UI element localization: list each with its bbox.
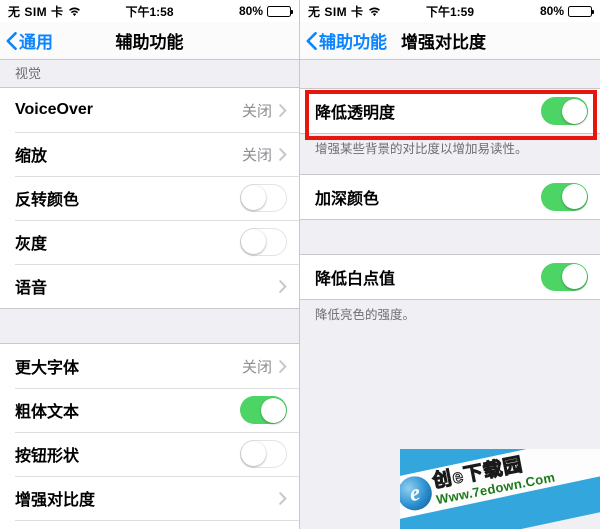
list-item-label: 按钮形状 [15,448,80,465]
list-item-value: 关闭 [241,146,272,164]
list-item-larger-text[interactable]: 更大字体 关闭 [0,344,299,388]
top-gap [300,60,600,88]
list-item-label: 灰度 [15,236,48,253]
section-gap [300,219,600,254]
right-nav-bar: 辅助功能 增强对比度 [300,22,600,60]
list-item-reduce-motion[interactable]: 减弱动态效果 关闭 [0,520,299,529]
page-title: 增强对比度 [401,33,486,52]
section-gap [300,157,600,174]
footer-note-white-point: 降低亮色的强度。 [300,299,600,324]
list-item-darken-colors[interactable]: 加深颜色 [300,174,600,219]
list-item-label: 加深颜色 [315,190,380,208]
battery-percent-label: 80% [539,4,564,18]
list-item-label: 降低透明度 [315,105,396,122]
back-button-label: 通用 [19,33,53,52]
left-nav-bar: 通用 辅助功能 [0,22,299,60]
wifi-icon [68,6,81,17]
battery-icon [568,5,594,17]
toggle-knob [241,441,266,466]
status-bar-right-group: 80% [238,4,293,18]
toggle-knob [241,229,266,254]
dual-screenshot-container: 无 SIM 卡 下午1:58 80% 通用 辅助功能 视觉 VoiceOver … [0,0,600,529]
toggle-knob [561,184,587,210]
button-shapes-toggle[interactable] [240,440,287,468]
settings-group-one: VoiceOver 关闭 缩放 关闭 反转颜色 灰度 语音 [0,87,299,309]
settings-group-two: 更大字体 关闭 粗体文本 按钮形状 增强对比度 [0,343,299,529]
chevron-right-icon [279,359,287,373]
list-item-zoom[interactable]: 缩放 关闭 [0,132,299,176]
bold-text-toggle[interactable] [240,396,287,424]
status-bar-right-group: 80% [539,4,594,18]
list-item-bold-text[interactable]: 粗体文本 [0,388,299,432]
chevron-right-icon [279,491,287,505]
right-status-bar: 无 SIM 卡 下午1:59 80% [300,0,600,22]
chevron-left-icon [6,31,17,50]
darken-colors-toggle[interactable] [541,182,588,211]
list-item-label: 语音 [15,280,48,297]
reduce-transparency-group: 降低透明度 [300,88,600,134]
left-status-bar: 无 SIM 卡 下午1:58 80% [0,0,299,22]
toggle-knob [561,264,587,290]
section-header-vision: 视觉 [0,60,299,87]
list-item-invert-colors[interactable]: 反转颜色 [0,176,299,220]
list-item-reduce-transparency[interactable]: 降低透明度 [300,89,600,133]
list-item-label: 增强对比度 [15,492,96,509]
status-bar-left-group: 无 SIM 卡 [8,3,81,20]
battery-percent-label: 80% [238,4,263,18]
reduce-transparency-toggle[interactable] [541,97,588,125]
chevron-right-icon [279,103,287,117]
back-button[interactable]: 辅助功能 [306,28,387,53]
wifi-icon [368,6,381,17]
list-item-reduce-white-point[interactable]: 降低白点值 [300,254,600,299]
toggle-knob [260,397,286,423]
battery-icon [267,5,293,17]
chevron-right-icon [279,147,287,161]
section-gap [0,309,299,343]
list-item-voiceover[interactable]: VoiceOver 关闭 [0,88,299,132]
right-settings-list: 降低透明度 增强某些背景的对比度以增加易读性。 加深颜色 降低白点值 降低亮色的… [300,60,600,529]
reduce-white-point-group: 降低白点值 [300,253,600,300]
status-bar-left-group: 无 SIM 卡 [308,3,381,20]
invert-colors-toggle[interactable] [240,184,287,212]
list-item-speech[interactable]: 语音 [0,264,299,308]
list-item-label: 粗体文本 [15,404,80,421]
right-phone-screen: 无 SIM 卡 下午1:59 80% 辅助功能 增强对比度 降低透明度 增强某些… [300,0,600,529]
toggle-knob [241,185,266,210]
list-item-value: 关闭 [241,358,272,376]
carrier-label: 无 SIM 卡 [308,4,364,19]
list-item-grayscale[interactable]: 灰度 [0,220,299,264]
grayscale-toggle[interactable] [240,228,287,256]
list-item-value: 关闭 [241,102,272,120]
list-item-label: 更大字体 [15,360,80,377]
left-phone-screen: 无 SIM 卡 下午1:58 80% 通用 辅助功能 视觉 VoiceOver … [0,0,300,529]
darken-colors-group: 加深颜色 [300,173,600,220]
left-settings-list: 视觉 VoiceOver 关闭 缩放 关闭 反转颜色 灰度 语音 更大字体 关闭… [0,60,299,529]
chevron-left-icon [306,31,317,50]
back-button[interactable]: 通用 [6,28,53,53]
list-item-button-shapes[interactable]: 按钮形状 [0,432,299,476]
toggle-knob [561,98,587,124]
carrier-label: 无 SIM 卡 [8,4,64,19]
list-item-label: 降低白点值 [315,270,396,288]
back-button-label: 辅助功能 [319,33,387,52]
footer-note-transparency: 增强某些背景的对比度以增加易读性。 [300,134,600,158]
list-item-label: VoiceOver [15,101,93,118]
chevron-right-icon [279,279,287,293]
reduce-white-point-toggle[interactable] [541,262,588,291]
list-item-label: 缩放 [15,148,48,165]
list-item-increase-contrast[interactable]: 增强对比度 [0,476,299,520]
list-item-label: 反转颜色 [15,192,80,209]
